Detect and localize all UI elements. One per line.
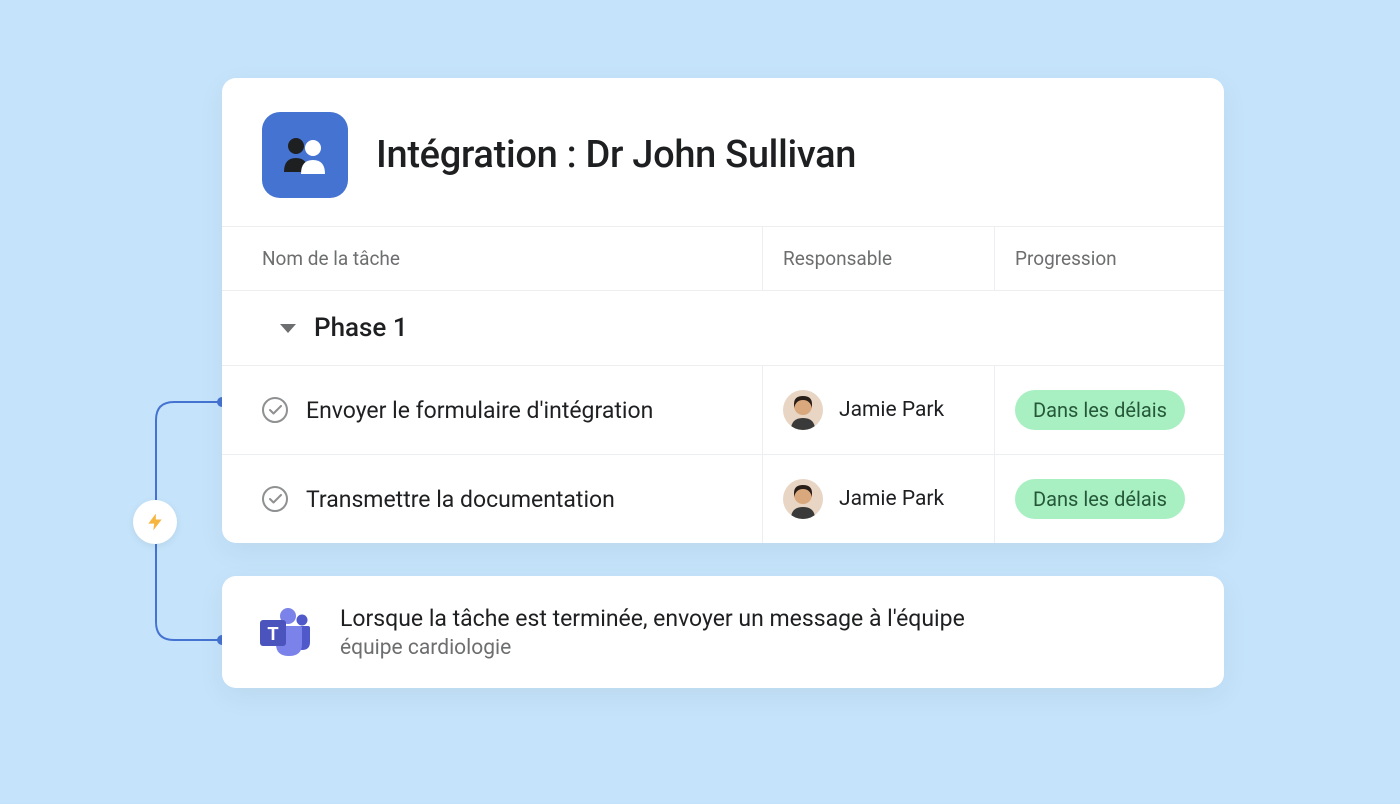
status-badge[interactable]: Dans les délais <box>1015 479 1185 519</box>
assignee-name: Jamie Park <box>839 487 944 511</box>
status-badge[interactable]: Dans les délais <box>1015 390 1185 430</box>
column-header-responsible: Responsable <box>762 227 994 290</box>
assignee-cell[interactable]: Jamie Park <box>783 390 944 430</box>
assignee-name: Jamie Park <box>839 398 944 422</box>
project-title: Intégration : Dr John Sullivan <box>376 133 856 177</box>
microsoft-teams-icon: T <box>256 604 312 660</box>
complete-check-icon[interactable] <box>262 486 288 512</box>
task-name: Transmettre la documentation <box>306 486 615 513</box>
assignee-cell[interactable]: Jamie Park <box>783 479 944 519</box>
svg-text:T: T <box>268 624 279 644</box>
section-name: Phase 1 <box>314 313 408 343</box>
project-people-icon <box>262 112 348 198</box>
project-card: Intégration : Dr John Sullivan Nom de la… <box>222 78 1224 543</box>
section-row[interactable]: Phase 1 <box>222 291 1224 366</box>
automation-bolt-icon <box>133 500 177 544</box>
table-header-row: Nom de la tâche Responsable Progression <box>222 226 1224 291</box>
automation-target-text: équipe cardiologie <box>340 636 965 660</box>
chevron-down-icon[interactable] <box>280 324 296 333</box>
project-header: Intégration : Dr John Sullivan <box>222 78 1224 226</box>
automation-rule-text: Lorsque la tâche est terminée, envoyer u… <box>340 605 965 632</box>
complete-check-icon[interactable] <box>262 397 288 423</box>
avatar <box>783 479 823 519</box>
task-name: Envoyer le formulaire d'intégration <box>306 397 653 424</box>
avatar <box>783 390 823 430</box>
column-header-progress: Progression <box>994 227 1224 290</box>
task-row[interactable]: Transmettre la documentation Jamie Park … <box>222 455 1224 543</box>
automation-card[interactable]: T Lorsque la tâche est terminée, envoyer… <box>222 576 1224 688</box>
task-row[interactable]: Envoyer le formulaire d'intégration Jami… <box>222 366 1224 455</box>
column-header-task: Nom de la tâche <box>222 227 762 290</box>
